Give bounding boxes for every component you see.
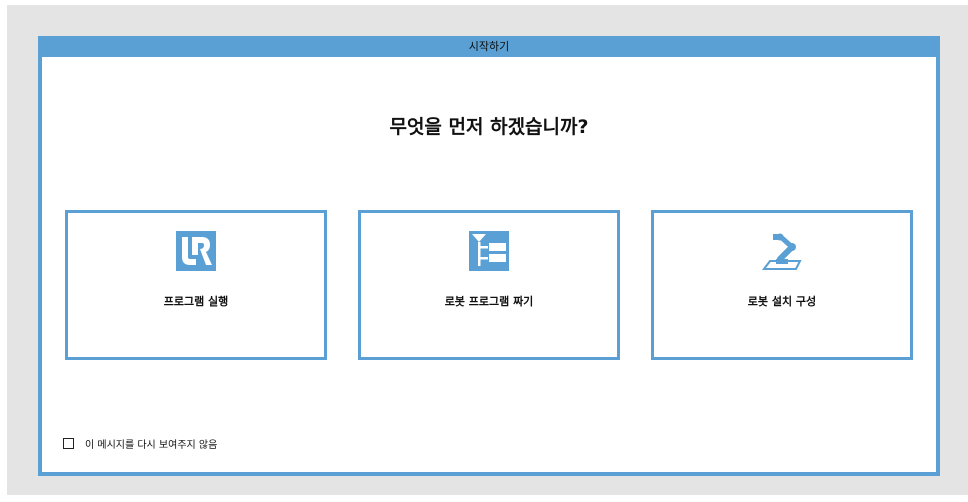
- dialog-question: 무엇을 먼저 하겠습니까?: [389, 116, 589, 138]
- program-robot-label: 로봇 프로그램 짜기: [444, 295, 534, 308]
- dont-show-again-label: 이 메시지를 다시 보여주지 않음: [85, 439, 218, 451]
- getting-started-dialog: 시작하기 무엇을 먼저 하겠습니까? 프로그램 실행 로봇 프로그램 짜기 로봇…: [38, 36, 940, 476]
- dont-show-again-option[interactable]: 이 메시지를 다시 보여주지 않음: [63, 436, 218, 451]
- ur-logo-icon: [176, 231, 216, 271]
- program-tree-icon: [469, 231, 509, 271]
- setup-robot-label: 로봇 설치 구성: [747, 295, 817, 308]
- run-program-label: 프로그램 실행: [163, 295, 229, 308]
- setup-robot-button[interactable]: 로봇 설치 구성: [651, 210, 913, 360]
- program-robot-button[interactable]: 로봇 프로그램 짜기: [358, 210, 620, 360]
- robot-arm-icon: [762, 233, 802, 270]
- dialog-title: 시작하기: [38, 36, 940, 57]
- dont-show-again-checkbox[interactable]: [63, 437, 74, 449]
- run-program-button[interactable]: 프로그램 실행: [65, 210, 327, 360]
